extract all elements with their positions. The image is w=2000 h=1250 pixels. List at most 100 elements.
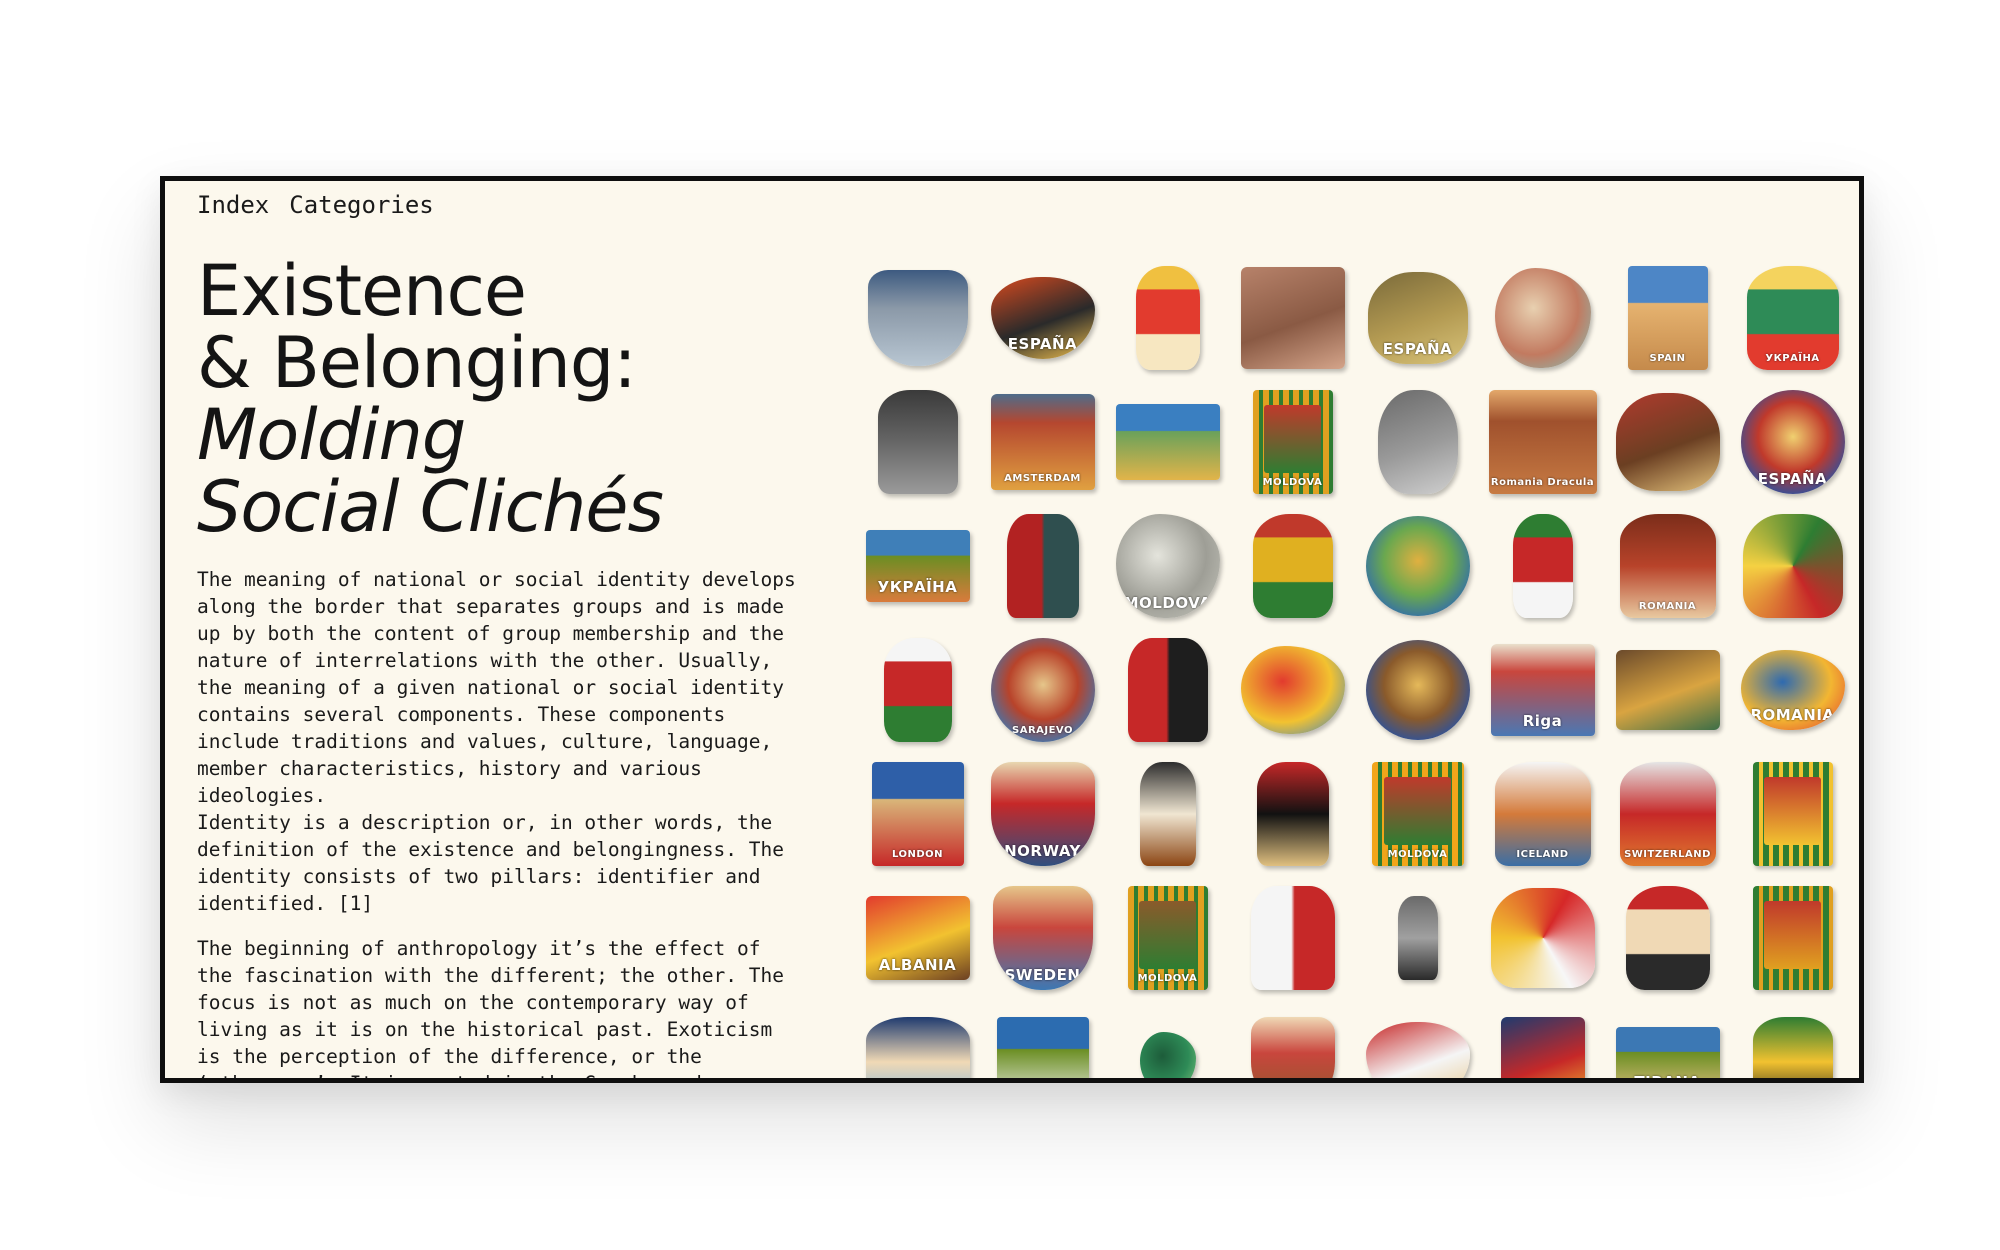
souvenir-magnet-couple[interactable] bbox=[1127, 638, 1208, 742]
magnet-cell[interactable] bbox=[1105, 628, 1230, 752]
magnet-cell[interactable] bbox=[1230, 628, 1355, 752]
souvenir-magnet-ship[interactable] bbox=[867, 270, 968, 366]
magnet-cell[interactable]: TIRANA bbox=[1605, 1000, 1730, 1078]
magnet-cell[interactable]: Riga bbox=[1480, 628, 1605, 752]
magnet-cell[interactable] bbox=[1480, 256, 1605, 380]
souvenir-magnet-circle[interactable] bbox=[1365, 640, 1470, 740]
souvenir-magnet-heart[interactable]: Switzerland bbox=[1365, 1022, 1470, 1078]
magnet-cell[interactable] bbox=[1730, 752, 1855, 876]
souvenir-magnet-ship[interactable]: NORWAY bbox=[990, 762, 1095, 866]
magnet-cell[interactable]: AMSTERDAM bbox=[980, 380, 1105, 504]
magnet-cell[interactable] bbox=[855, 380, 980, 504]
souvenir-magnet-doll[interactable] bbox=[883, 638, 952, 742]
magnet-cell[interactable]: MOLDOVA bbox=[1105, 876, 1230, 1000]
souvenir-magnet-blob[interactable] bbox=[1494, 268, 1591, 368]
magnet-cell[interactable]: ESPAÑA bbox=[1355, 256, 1480, 380]
souvenir-magnet-ship[interactable]: SWEDEN bbox=[992, 886, 1093, 990]
souvenir-magnet-rug[interactable] bbox=[1752, 886, 1833, 990]
souvenir-magnet-rug[interactable] bbox=[1752, 762, 1833, 866]
souvenir-magnet-card[interactable] bbox=[996, 1017, 1089, 1078]
souvenir-magnet-blob[interactable]: MOLDOVA bbox=[1115, 514, 1220, 618]
magnet-cell[interactable]: SWITZERLAND bbox=[1605, 752, 1730, 876]
souvenir-magnet-rug[interactable]: MOLDOVA bbox=[1127, 886, 1208, 990]
souvenir-magnet-circle[interactable]: ESPAÑA bbox=[1740, 390, 1845, 494]
souvenir-magnet-rect[interactable] bbox=[1240, 267, 1345, 369]
magnet-cell[interactable] bbox=[1355, 380, 1480, 504]
magnet-cell[interactable] bbox=[855, 628, 980, 752]
magnet-cell[interactable]: MOLDOVA bbox=[1355, 752, 1480, 876]
souvenir-magnet-card[interactable]: SPAIN bbox=[1627, 266, 1708, 370]
magnet-cell[interactable] bbox=[1355, 628, 1480, 752]
magnet-cell[interactable] bbox=[980, 1000, 1105, 1078]
souvenir-magnet-couple[interactable] bbox=[1006, 514, 1079, 618]
magnet-cell[interactable] bbox=[1605, 876, 1730, 1000]
magnet-cell[interactable]: MOLDOVA bbox=[1230, 380, 1355, 504]
magnet-cell[interactable] bbox=[1230, 752, 1355, 876]
souvenir-magnet-rug[interactable]: MOLDOVA bbox=[1371, 762, 1464, 866]
souvenir-magnet-figure[interactable] bbox=[865, 1017, 970, 1078]
magnet-cell[interactable] bbox=[1355, 504, 1480, 628]
souvenir-magnet-figure[interactable] bbox=[1139, 762, 1196, 866]
magnet-cell[interactable]: ICELAND bbox=[1480, 752, 1605, 876]
magnet-cell[interactable] bbox=[1105, 1000, 1230, 1078]
magnet-cell[interactable] bbox=[1105, 752, 1230, 876]
souvenir-magnet-houses[interactable]: AMSTERDAM bbox=[990, 394, 1095, 490]
magnet-cell[interactable]: Romania Dracula bbox=[1480, 380, 1605, 504]
magnet-cell[interactable]: ESPAÑA bbox=[980, 256, 1105, 380]
magnet-cell[interactable]: УКРАЇНА bbox=[1730, 256, 1855, 380]
magnet-cell[interactable] bbox=[1605, 628, 1730, 752]
magnet-cell[interactable]: Switzerland bbox=[1355, 1000, 1480, 1078]
magnet-cell[interactable] bbox=[855, 256, 980, 380]
souvenir-magnet-figure[interactable] bbox=[877, 390, 958, 494]
souvenir-magnet-doll[interactable] bbox=[1135, 266, 1200, 370]
magnet-cell[interactable] bbox=[1730, 876, 1855, 1000]
magnet-cell[interactable]: MOLDOVA bbox=[1105, 504, 1230, 628]
souvenir-magnet-houses[interactable]: Riga bbox=[1490, 644, 1595, 736]
souvenir-magnet-dancers[interactable] bbox=[1742, 514, 1843, 618]
souvenir-magnet-rect[interactable] bbox=[1500, 1017, 1585, 1078]
magnet-cell[interactable] bbox=[980, 504, 1105, 628]
magnet-cell[interactable] bbox=[1230, 876, 1355, 1000]
souvenir-magnet-figure[interactable]: SWITZERLAND bbox=[1619, 762, 1716, 866]
souvenir-magnet-rect[interactable]: ALBANIA bbox=[865, 896, 970, 980]
souvenir-magnet-figure[interactable] bbox=[1397, 896, 1438, 980]
magnet-cell[interactable] bbox=[1105, 256, 1230, 380]
magnet-cell[interactable] bbox=[1480, 876, 1605, 1000]
souvenir-magnet-doll[interactable]: УКРАЇНА bbox=[1746, 266, 1839, 370]
magnet-cell[interactable]: GREECE bbox=[1230, 1000, 1355, 1078]
souvenir-magnet-doll[interactable] bbox=[1252, 514, 1333, 618]
magnet-cell[interactable]: NORWAY bbox=[980, 752, 1105, 876]
magnet-cell[interactable]: LONDON bbox=[855, 752, 980, 876]
magnet-cell[interactable] bbox=[1730, 504, 1855, 628]
magnet-cell[interactable]: SWEDEN bbox=[980, 876, 1105, 1000]
souvenir-magnet-card[interactable]: LONDON bbox=[871, 762, 964, 866]
nav-categories-link[interactable]: Categories bbox=[289, 191, 434, 219]
magnet-cell[interactable] bbox=[855, 1000, 980, 1078]
souvenir-magnet-circle[interactable]: SARAJEVO bbox=[990, 638, 1095, 742]
magnet-cell[interactable]: УКРАЇНА bbox=[855, 504, 980, 628]
souvenir-magnet-card[interactable]: TIRANA bbox=[1615, 1027, 1720, 1078]
nav-index-link[interactable]: Index bbox=[197, 191, 269, 219]
souvenir-magnet-card[interactable]: УКРАЇНА bbox=[865, 530, 970, 602]
magnet-cell[interactable] bbox=[1355, 876, 1480, 1000]
souvenir-magnet-round[interactable] bbox=[1615, 393, 1720, 491]
souvenir-magnet-round[interactable] bbox=[1377, 390, 1458, 494]
magnet-cell[interactable] bbox=[1480, 1000, 1605, 1078]
magnet-cell[interactable]: ROMANIA bbox=[1730, 628, 1855, 752]
souvenir-magnet-figure[interactable]: ICELAND bbox=[1494, 762, 1591, 866]
souvenir-magnet-houses[interactable]: Romania Dracula bbox=[1488, 390, 1597, 494]
souvenir-magnet-rug[interactable]: MOLDOVA bbox=[1252, 390, 1333, 494]
magnet-cell[interactable] bbox=[1105, 380, 1230, 504]
souvenir-magnet-couple[interactable] bbox=[1250, 886, 1335, 990]
magnet-cell[interactable] bbox=[1605, 380, 1730, 504]
magnet-cell[interactable]: ALBANIA bbox=[855, 876, 980, 1000]
souvenir-magnet-circle[interactable] bbox=[1365, 516, 1470, 616]
souvenir-magnet-blob[interactable] bbox=[1240, 646, 1345, 734]
souvenir-magnet-rect[interactable] bbox=[1615, 650, 1720, 730]
souvenir-magnet-blob[interactable] bbox=[1139, 1032, 1196, 1078]
souvenir-magnet-blob[interactable]: ROMANIA bbox=[1740, 650, 1845, 730]
souvenir-magnet-heart[interactable]: ESPAÑA bbox=[990, 277, 1095, 359]
souvenir-magnet-dancers[interactable] bbox=[1490, 888, 1595, 988]
souvenir-magnet-figure[interactable] bbox=[1256, 762, 1329, 866]
magnet-cell[interactable]: SPAIN bbox=[1605, 256, 1730, 380]
